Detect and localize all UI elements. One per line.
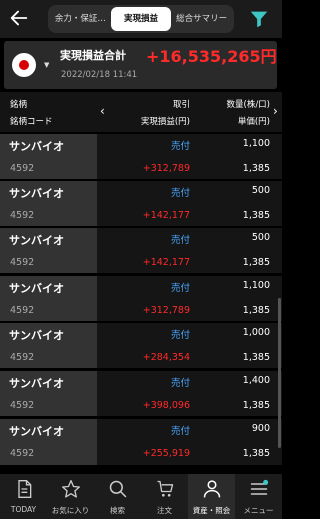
quantity: 500 [251,232,270,243]
nav-favorites[interactable]: お気に入り [47,474,94,519]
stock-name: サンバイオ [9,377,64,390]
bottom-nav: TODAY お気に入り 検索 注文 資産・照会 メニュー [0,474,282,519]
realized-pl: +142,177 [142,210,190,221]
realized-pl: +312,789 [142,163,190,174]
header-quantity: 数量(株/口) [226,100,271,110]
realized-pl: +142,177 [142,257,190,268]
quantity: 1,000 [242,327,270,338]
quantity: 500 [251,185,270,196]
nav-label: TODAY [10,505,37,514]
trade-side: 売付 [170,330,190,341]
segmented-tabs: 余力・保証… 実現損益 総合サマリー [48,5,234,33]
nav-order[interactable]: 注文 [141,474,188,519]
trade-side: 売付 [170,235,190,246]
stock-code: 4592 [10,210,35,221]
dropdown-caret-icon[interactable]: ▼ [44,61,49,69]
table-row[interactable]: サンバイオ 4592 売付 +312,789 1,100 1,385 [0,276,282,322]
table-row[interactable]: サンバイオ 4592 売付 +312,789 1,100 1,385 [0,134,282,180]
header-trade: 取引 [172,100,190,110]
table-row[interactable]: サンバイオ 4592 売付 +255,919 900 1,385 [0,419,282,465]
quantity: 1,100 [242,138,270,149]
nav-label: 資産・照会 [192,506,231,515]
unit-price: 1,385 [242,352,270,363]
japan-flag-icon[interactable] [12,53,36,77]
pl-summary-card: ▼ 実現損益合計 +16,535,265円 2022/02/18 11:41 [4,41,277,89]
tab-realized-pl[interactable]: 実現損益 [110,7,172,31]
nav-label: メニュー [243,506,274,515]
chevron-left-icon[interactable]: ‹ [100,104,105,118]
nav-today[interactable]: TODAY [0,474,47,519]
document-icon [17,480,31,498]
back-arrow-icon[interactable] [8,7,30,29]
chevron-right-icon[interactable]: › [273,104,278,118]
realized-pl: +255,919 [142,448,190,459]
quantity: 1,400 [242,375,270,386]
header-unit-price: 単価(円) [237,117,270,127]
cart-icon [157,480,173,497]
table-row[interactable]: サンバイオ 4592 売付 +142,177 500 1,385 [0,181,282,227]
nav-assets[interactable]: 資産・照会 [188,474,235,519]
stock-name: サンバイオ [9,187,64,200]
stock-code: 4592 [10,257,35,268]
nav-label: 検索 [110,506,125,515]
nav-search[interactable]: 検索 [94,474,141,519]
unit-price: 1,385 [242,448,270,459]
stock-code: 4592 [10,305,35,316]
trade-side: 売付 [170,188,190,199]
table-row[interactable]: サンバイオ 4592 売付 +284,354 1,000 1,385 [0,323,282,369]
unit-price: 1,385 [242,257,270,268]
top-bar: 余力・保証… 実現損益 総合サマリー [0,0,282,38]
unit-price: 1,385 [242,305,270,316]
nav-label: 注文 [157,506,172,515]
filter-icon[interactable] [248,8,270,30]
unit-price: 1,385 [242,400,270,411]
header-code: 銘柄コード [10,117,53,127]
quantity: 900 [251,423,270,434]
realized-pl: +312,789 [142,305,190,316]
stock-code: 4592 [10,352,35,363]
stock-name: サンバイオ [9,140,64,153]
search-icon [109,480,126,498]
trade-side: 売付 [170,378,190,389]
nav-label: お気に入り [51,506,90,515]
stock-name: サンバイオ [9,234,64,247]
stock-code: 4592 [10,400,35,411]
realized-pl: +398,096 [142,400,190,411]
stock-name: サンバイオ [9,329,64,342]
summary-timestamp: 2022/02/18 11:41 [61,70,138,80]
menu-icon [250,479,268,495]
unit-price: 1,385 [242,210,270,221]
quantity: 1,100 [242,280,270,291]
summary-value: +16,535,265円 [146,47,277,66]
header-realized-pl: 実現損益(円) [140,117,190,127]
realized-pl: +284,354 [142,352,190,363]
unit-price: 1,385 [242,163,270,174]
tab-margin[interactable]: 余力・保証… [50,7,111,31]
nav-menu[interactable]: メニュー [235,474,282,519]
stock-code: 4592 [10,448,35,459]
header-name: 銘柄 [10,100,28,110]
trade-side: 売付 [170,426,190,437]
stock-name: サンバイオ [9,425,64,438]
tab-summary[interactable]: 総合サマリー [171,7,232,31]
summary-label: 実現損益合計 [60,49,126,62]
scrollbar-thumb[interactable] [278,298,281,448]
stock-name: サンバイオ [9,282,64,295]
table-row[interactable]: サンバイオ 4592 売付 +398,096 1,400 1,385 [0,371,282,417]
person-icon [203,480,220,498]
stock-code: 4592 [10,163,35,174]
table-row[interactable]: サンバイオ 4592 売付 +142,177 500 1,385 [0,228,282,274]
trade-side: 売付 [170,141,190,152]
table-header: 銘柄 銘柄コード ‹ 取引 実現損益(円) 数量(株/口) 単価(円) › [0,92,282,132]
trade-side: 売付 [170,283,190,294]
star-icon [61,480,80,498]
